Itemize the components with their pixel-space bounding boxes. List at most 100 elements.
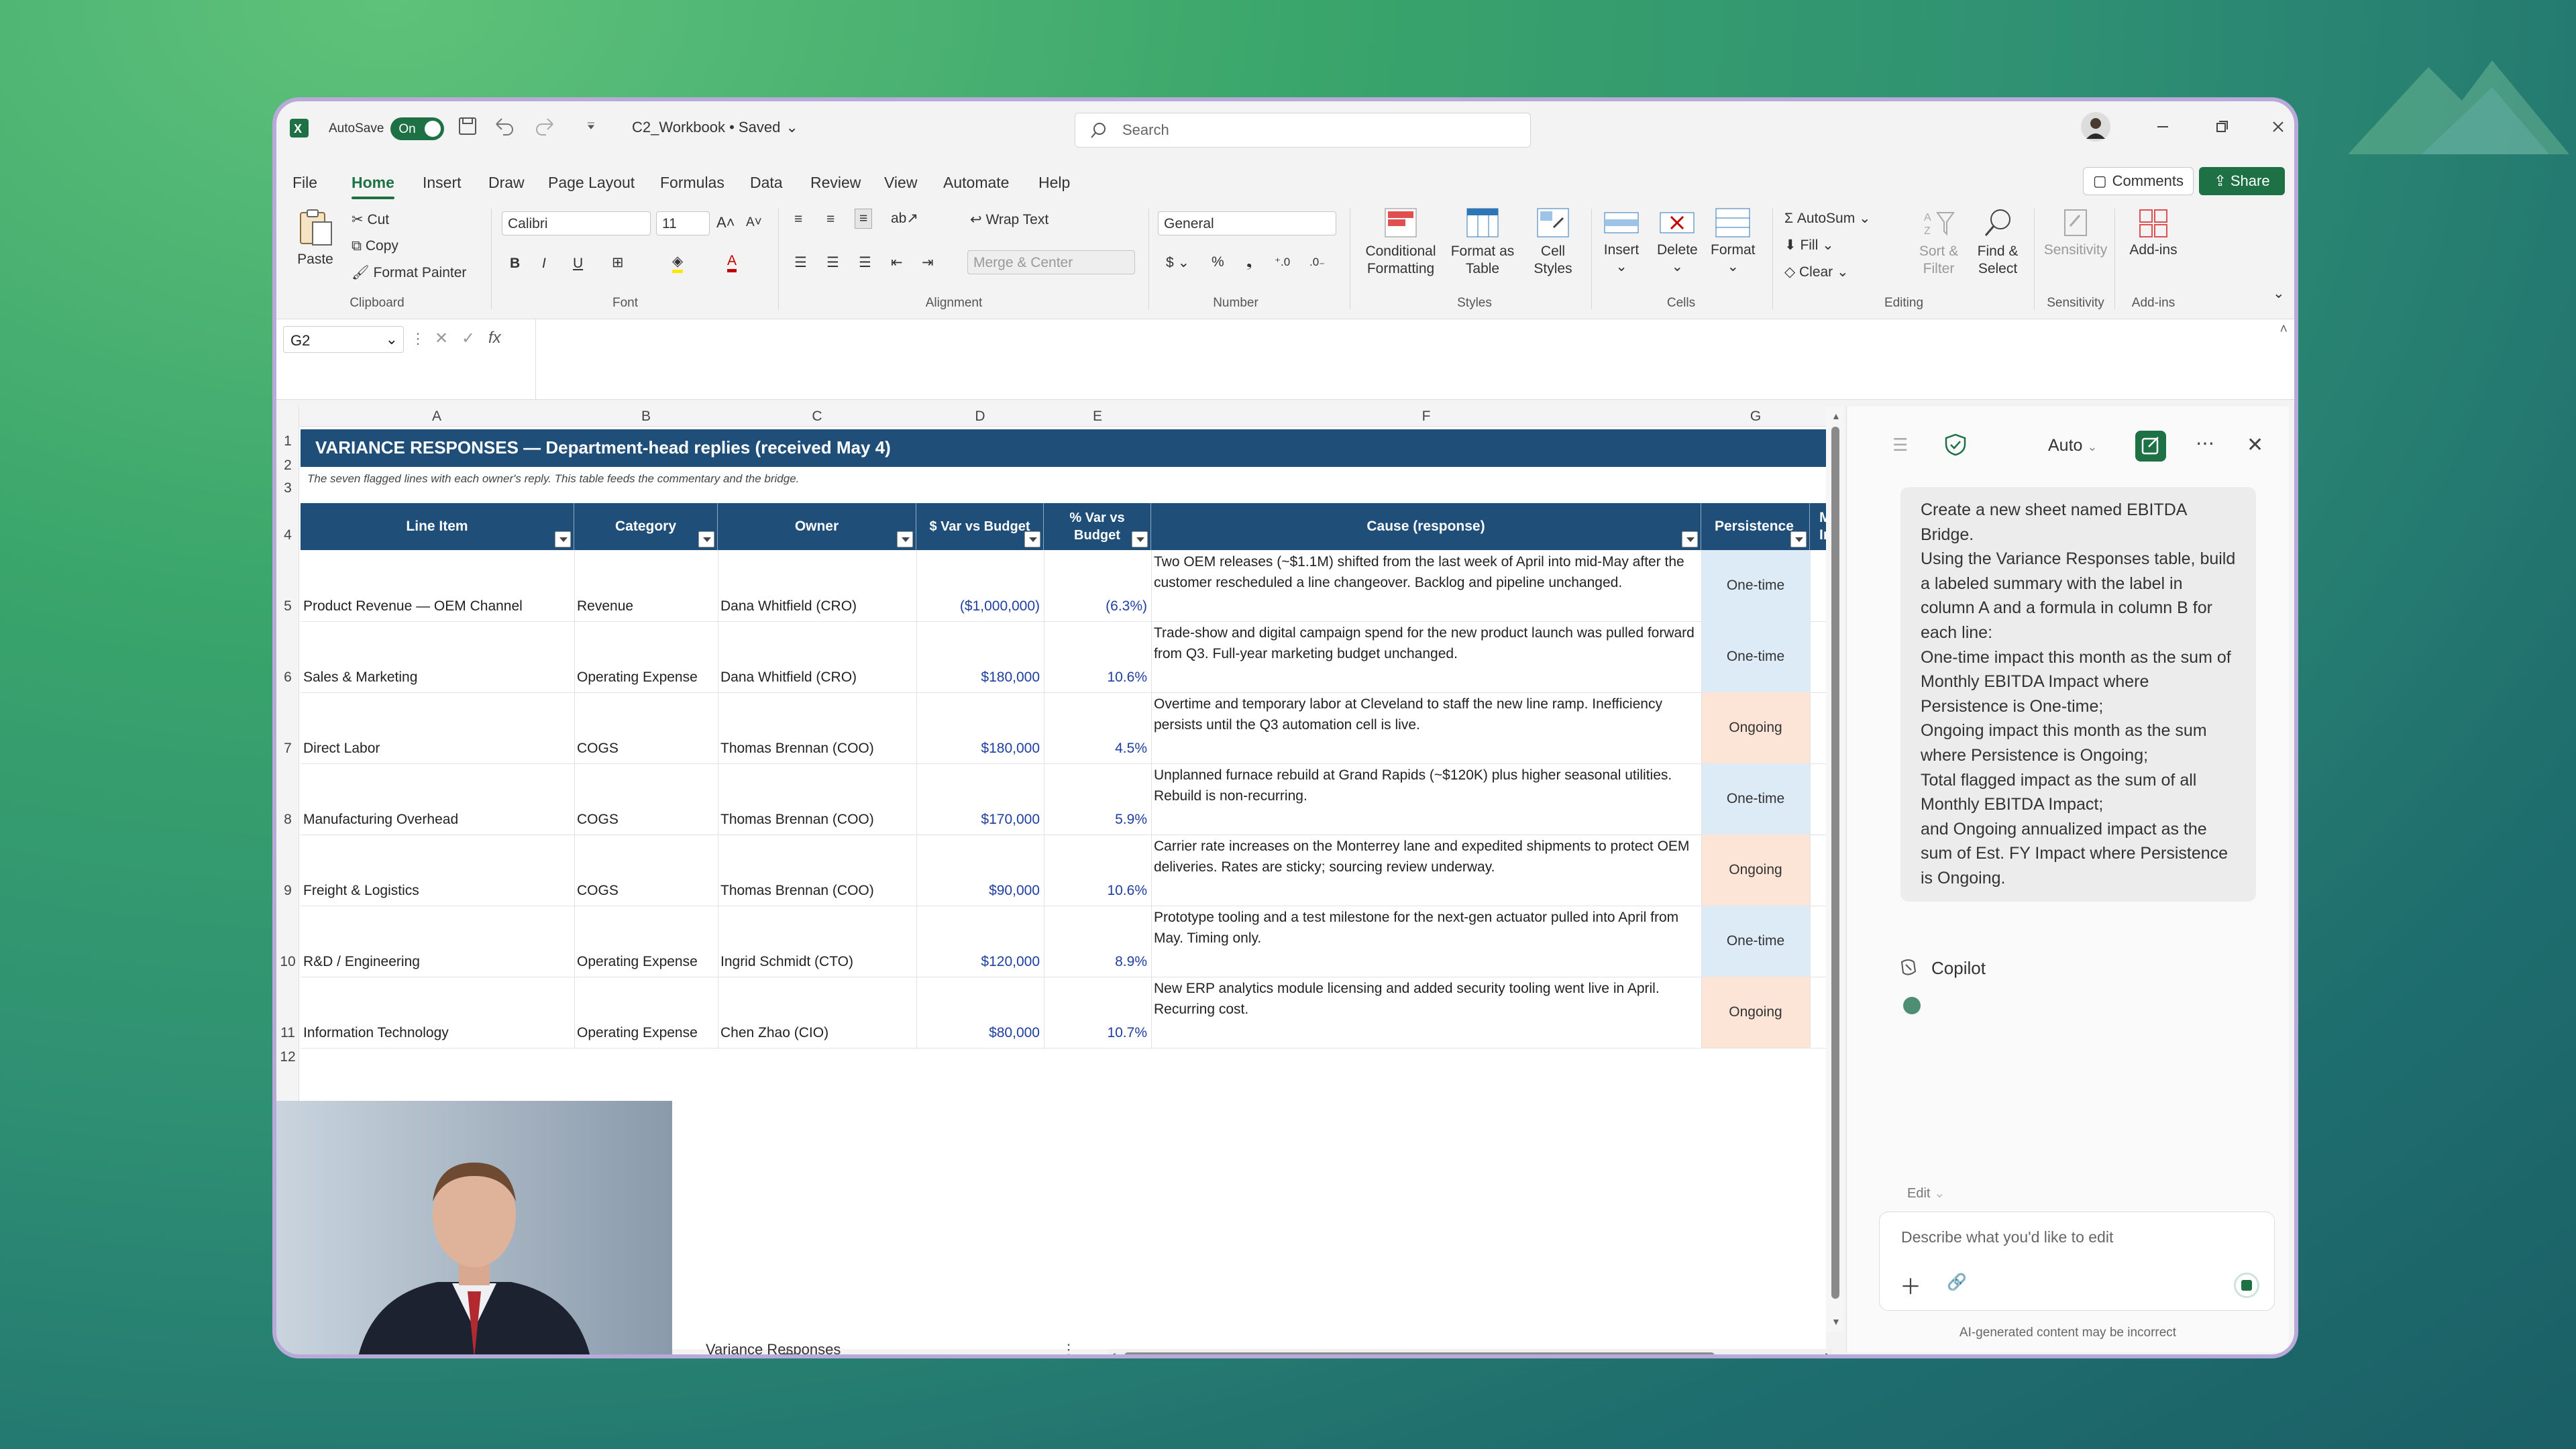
cause-cell[interactable]: Overtime and temporary labor at Clevelan… xyxy=(1154,694,1697,762)
owner-cell[interactable]: Thomas Brennan (COO) xyxy=(720,812,912,832)
item-cell[interactable]: Product Revenue — OEM Channel xyxy=(303,598,570,619)
ribbon-collapse-icon[interactable]: ⌄ xyxy=(2273,285,2285,302)
tab-formulas[interactable]: Formulas xyxy=(660,174,724,192)
increase-indent-icon[interactable]: ⇥ xyxy=(922,254,934,271)
row-header[interactable]: 12 xyxy=(276,1049,299,1065)
category-cell[interactable]: Operating Expense xyxy=(577,1025,714,1045)
item-cell[interactable]: R&D / Engineering xyxy=(303,954,570,974)
impact-cell[interactable]: ($9( xyxy=(1813,883,1826,903)
var-cell[interactable]: $80,000 xyxy=(919,1025,1040,1045)
row-header[interactable]: 8 xyxy=(276,812,299,828)
row-header[interactable]: 5 xyxy=(276,598,299,614)
cause-cell[interactable]: Prototype tooling and a test milestone f… xyxy=(1154,907,1697,975)
menu-icon[interactable]: ☰ xyxy=(1892,435,1908,455)
column-header-e[interactable]: E xyxy=(1044,407,1151,427)
copy-button[interactable]: ⧉ Copy xyxy=(352,238,398,254)
share-button[interactable]: ⇪ Share xyxy=(2199,167,2285,195)
name-box[interactable]: G2 ⌄ xyxy=(283,326,404,353)
increase-decimal-icon[interactable]: ⁺.0 xyxy=(1275,256,1290,269)
redo-icon[interactable] xyxy=(531,116,558,136)
category-cell[interactable]: Revenue xyxy=(577,598,714,619)
currency-icon[interactable]: $ ⌄ xyxy=(1166,254,1189,271)
filter-dropdown-icon[interactable] xyxy=(1132,531,1148,547)
persistence-cell[interactable]: Ongoing xyxy=(1701,692,1810,763)
cause-cell[interactable]: Trade-show and digital campaign spend fo… xyxy=(1154,623,1697,691)
vertical-scrollbar[interactable]: ▲ ▼ xyxy=(1826,407,1845,1332)
confirm-entry-icon[interactable]: ✓ xyxy=(462,329,475,348)
italic-icon[interactable]: I xyxy=(542,256,546,272)
stop-button[interactable] xyxy=(2234,1273,2259,1298)
header-cause[interactable]: Cause (response) xyxy=(1151,503,1701,550)
scroll-down-icon[interactable]: ▼ xyxy=(1831,1316,1841,1327)
row-header[interactable]: 7 xyxy=(276,741,299,757)
item-cell[interactable]: Direct Labor xyxy=(303,741,570,761)
filter-dropdown-icon[interactable] xyxy=(1024,531,1040,547)
tab-insert[interactable]: Insert xyxy=(423,174,462,192)
close-pane-icon[interactable]: ✕ xyxy=(2247,433,2263,457)
column-header-a[interactable]: A xyxy=(299,407,574,427)
scroll-up-icon[interactable]: ▲ xyxy=(1831,411,1841,421)
sensitivity-button[interactable]: Sensitivity xyxy=(2042,207,2109,258)
add-attachment-icon[interactable]: ＋ xyxy=(1900,1270,1921,1301)
row-header[interactable]: 1 xyxy=(276,433,299,449)
format-painter-button[interactable]: 🖌 Format Painter xyxy=(352,265,466,281)
more-icon[interactable]: ⋮ xyxy=(1061,1341,1076,1354)
conditional-formatting-button[interactable]: Conditional Formatting xyxy=(1360,207,1441,278)
shield-check-icon[interactable] xyxy=(1945,433,1966,456)
column-header-c[interactable]: C xyxy=(718,407,916,427)
item-cell[interactable]: Information Technology xyxy=(303,1025,570,1045)
tab-home[interactable]: Home xyxy=(352,174,394,199)
align-right-icon[interactable]: ☰ xyxy=(859,254,871,271)
align-center-icon[interactable]: ☰ xyxy=(826,254,839,271)
pct-cell[interactable]: 4.5% xyxy=(1046,741,1147,761)
persistence-cell[interactable]: One-time xyxy=(1701,906,1810,977)
font-size-select[interactable]: 11 xyxy=(656,211,710,235)
save-icon[interactable] xyxy=(458,116,478,136)
tab-view[interactable]: View xyxy=(884,174,917,192)
find-select-button[interactable]: Find & Select xyxy=(1971,207,2025,278)
restore-icon[interactable] xyxy=(2214,119,2230,135)
merge-center-button[interactable]: Merge & Center xyxy=(967,250,1135,274)
cancel-entry-icon[interactable]: ✕ xyxy=(435,329,448,348)
cause-cell[interactable]: Unplanned furnace rebuild at Grand Rapid… xyxy=(1154,765,1697,833)
percent-icon[interactable]: % xyxy=(1212,254,1224,270)
comma-icon[interactable]: ❟ xyxy=(1246,254,1252,270)
copilot-input[interactable]: Describe what you'd like to edit xyxy=(1901,1228,2113,1246)
pct-cell[interactable]: 10.6% xyxy=(1046,883,1147,903)
pct-cell[interactable]: 10.6% xyxy=(1046,669,1147,690)
wrap-text-button[interactable]: ↩ Wrap Text xyxy=(970,211,1049,228)
cause-cell[interactable]: New ERP analytics module licensing and a… xyxy=(1154,978,1697,1046)
impact-cell[interactable]: ($17( xyxy=(1813,812,1826,832)
grow-font-icon[interactable]: A˄ xyxy=(716,214,735,231)
column-header-d[interactable]: D xyxy=(916,407,1044,427)
row-header[interactable]: 11 xyxy=(276,1025,299,1041)
sort-filter-button[interactable]: AZ Sort & Filter xyxy=(1913,207,1964,278)
var-cell[interactable]: $180,000 xyxy=(919,741,1040,761)
tab-review[interactable]: Review xyxy=(810,174,861,192)
customize-toolbar-icon[interactable] xyxy=(586,121,596,131)
category-cell[interactable]: COGS xyxy=(577,883,714,903)
impact-cell[interactable]: ($8( xyxy=(1813,1025,1826,1045)
persistence-cell[interactable]: One-time xyxy=(1701,763,1810,835)
sheet-tab-variance-responses[interactable]: Variance Responses xyxy=(706,1341,841,1354)
new-chat-button[interactable] xyxy=(2135,431,2166,462)
add-sheet-icon[interactable]: ＋ xyxy=(780,1341,796,1354)
pct-cell[interactable]: 8.9% xyxy=(1046,954,1147,974)
format-as-table-button[interactable]: Format as Table xyxy=(1449,207,1516,278)
header-monthly-impact[interactable]: Monthly EBITDA Impact xyxy=(1810,503,1826,550)
tab-page-layout[interactable]: Page Layout xyxy=(548,174,635,192)
pct-cell[interactable]: (6.3%) xyxy=(1046,598,1147,619)
mode-select[interactable]: Auto ⌄ xyxy=(2048,436,2097,455)
category-cell[interactable]: COGS xyxy=(577,741,714,761)
clear-button[interactable]: ◇ Clear ⌄ xyxy=(1784,264,1849,280)
bold-icon[interactable]: B xyxy=(510,256,520,272)
align-top-icon[interactable]: ≡ xyxy=(794,211,802,227)
owner-cell[interactable]: Thomas Brennan (COO) xyxy=(720,741,912,761)
minimize-icon[interactable] xyxy=(2155,119,2171,135)
insert-cells-button[interactable]: Insert ⌄ xyxy=(1603,207,1640,275)
borders-icon[interactable]: ⊞ xyxy=(612,254,624,271)
var-cell[interactable]: ($1,000,000) xyxy=(919,598,1040,619)
column-header-b[interactable]: B xyxy=(574,407,718,427)
align-middle-icon[interactable]: ≡ xyxy=(826,211,835,227)
header-pct-var[interactable]: % Var vs Budget xyxy=(1044,503,1151,550)
